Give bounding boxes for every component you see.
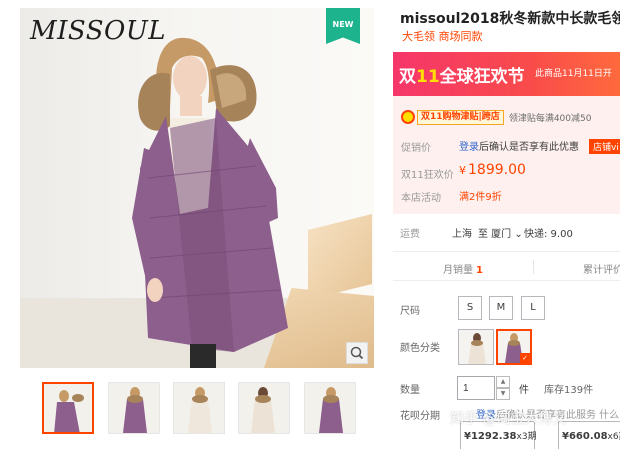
thumbnail-3[interactable]: [173, 382, 225, 434]
quantity-unit: 件: [519, 385, 529, 396]
thumbnail-1[interactable]: [42, 382, 94, 434]
color-option-beige[interactable]: [458, 329, 494, 365]
login-link[interactable]: 登录: [459, 142, 479, 153]
chevron-down-icon: ⌄: [511, 229, 523, 240]
main-product-image[interactable]: MISSOUL NEW: [20, 8, 374, 368]
installment-login-link[interactable]: 登录: [476, 410, 496, 421]
promo-login-note: 登录后确认是否享有此优惠: [459, 142, 579, 153]
banner-date: 此商品11月11日开: [535, 69, 612, 79]
allowance-tag: 双11购物津贴|跨店: [417, 109, 504, 125]
allowance-desc: 领津贴每满400减50: [508, 113, 592, 124]
installment-note: 登录后确认是否享有此服务 什么: [476, 410, 620, 421]
event-label: 本店活动: [401, 193, 441, 204]
shipping-row: 运费 上海 至 厦门 ⌄ 快递: 9.00: [400, 225, 620, 241]
shipping-destination-select[interactable]: 至 厦门 ⌄: [478, 225, 523, 240]
brand-logo: MISSOUL: [30, 16, 167, 46]
size-option-m[interactable]: M: [489, 296, 513, 320]
stats-divider: [533, 260, 534, 274]
installment-plan-6[interactable]: ¥660.08x6期: [558, 421, 620, 449]
shipping-from: 上海: [452, 229, 472, 240]
promo-price-label: 促销价: [401, 143, 431, 154]
size-label: 尺码: [400, 306, 420, 317]
product-title: missoul2018秋冬新款中长款毛领长: [400, 11, 620, 27]
festival-price: ¥1899.00: [459, 162, 526, 178]
stock-count: 库存139件: [544, 385, 594, 396]
reviews-link[interactable]: 累计评价: [583, 261, 620, 276]
allowance-icon: [401, 110, 415, 124]
shipping-label: 运费: [400, 229, 420, 240]
size-option-s[interactable]: S: [458, 296, 482, 320]
shipping-fee: 快递: 9.00: [524, 229, 573, 240]
thumbnail-strip: [20, 382, 374, 438]
shopping-allowance-row[interactable]: 双11购物津贴|跨店 领津贴每满400减50: [401, 109, 591, 125]
festival-price-label: 双11狂欢价: [401, 170, 454, 181]
stats-bar: 月销量 1 累计评价: [393, 251, 620, 281]
size-option-l[interactable]: L: [521, 296, 545, 320]
price-box: 双11购物津贴|跨店 领津贴每满400减50 促销价 登录后确认是否享有此优惠 …: [393, 96, 620, 214]
installment-label: 花呗分期: [400, 411, 440, 422]
model-in-coat-illustration: [132, 37, 288, 368]
shop-vip-tag[interactable]: 店铺vi: [589, 139, 620, 154]
color-option-purple[interactable]: ✓: [496, 329, 532, 365]
thumbnail-4[interactable]: [238, 382, 290, 434]
color-label: 颜色分类: [400, 343, 440, 354]
quantity-label: 数量: [400, 385, 420, 396]
quantity-decrease-button[interactable]: ▼: [496, 388, 510, 400]
installment-plan-3[interactable]: ¥1292.38x3期: [460, 421, 537, 449]
product-subtitle: 大毛领 商场同款: [402, 30, 483, 43]
zoom-icon[interactable]: [346, 342, 368, 364]
event-value[interactable]: 满2件9折: [459, 188, 502, 203]
monthly-sales: 月销量 1: [443, 265, 483, 276]
thumbnail-5[interactable]: [304, 382, 356, 434]
double-11-banner[interactable]: 双11全球狂欢节 此商品11月11日开: [393, 52, 620, 96]
quantity-input[interactable]: [457, 376, 495, 400]
quantity-increase-button[interactable]: ▲: [496, 376, 510, 388]
banner-title: 双11全球狂欢节: [399, 67, 525, 87]
check-icon: ✓: [520, 353, 530, 363]
thumbnail-2[interactable]: [108, 382, 160, 434]
